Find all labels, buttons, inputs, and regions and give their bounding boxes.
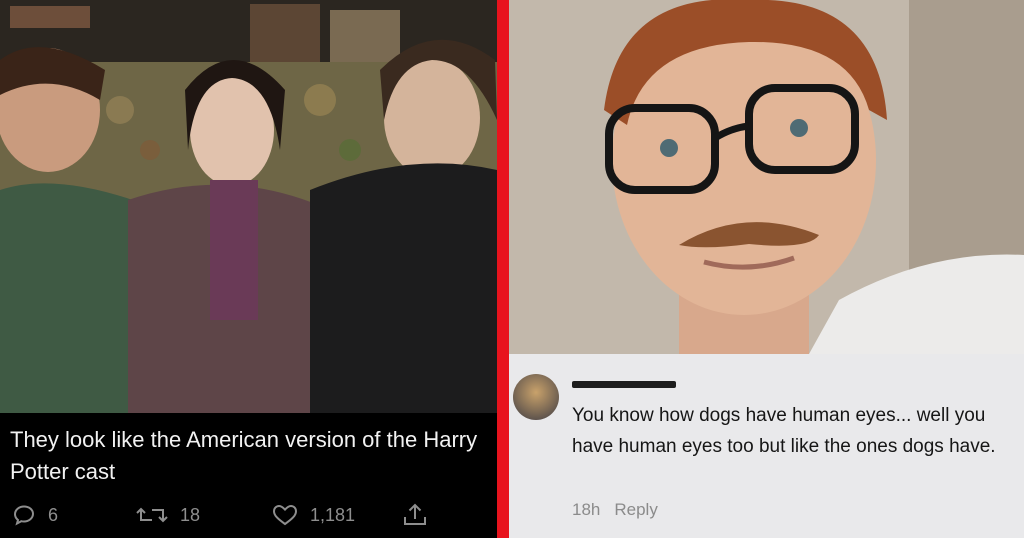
reply-icon [13, 505, 35, 526]
tweet-action-bar: 6 18 1,181 [0, 498, 497, 532]
like-count: 1,181 [310, 504, 356, 525]
retweet-icon [136, 507, 168, 523]
share-button[interactable] [402, 498, 428, 532]
retweet-count: 18 [180, 504, 201, 525]
avatar[interactable] [513, 374, 559, 420]
share-icon [404, 503, 426, 525]
retweet-button[interactable]: 18 [136, 498, 200, 532]
comment-meta: 18h Reply [572, 500, 658, 520]
reply-count: 6 [48, 504, 59, 525]
comment-reply-button[interactable]: Reply [614, 500, 657, 520]
selfie-illustration [509, 0, 1024, 354]
like-button[interactable]: 1,181 [272, 498, 355, 532]
group-photo-illustration [0, 0, 497, 413]
like-icon [272, 504, 298, 526]
comment-text: You know how dogs have human eyes... wel… [572, 405, 996, 457]
tweet-panel: They look like the American version of t… [0, 0, 497, 538]
redacted-username [572, 381, 676, 388]
comment-timestamp: 18h [572, 500, 601, 519]
tweet-text: They look like the American version of t… [10, 427, 478, 484]
comment-card: You know how dogs have human eyes... wel… [509, 354, 1024, 538]
comment-panel: You know how dogs have human eyes... wel… [509, 0, 1024, 538]
tweet-photo[interactable] [0, 0, 497, 413]
selfie-photo[interactable] [509, 0, 1024, 354]
reply-button[interactable]: 6 [12, 498, 58, 532]
